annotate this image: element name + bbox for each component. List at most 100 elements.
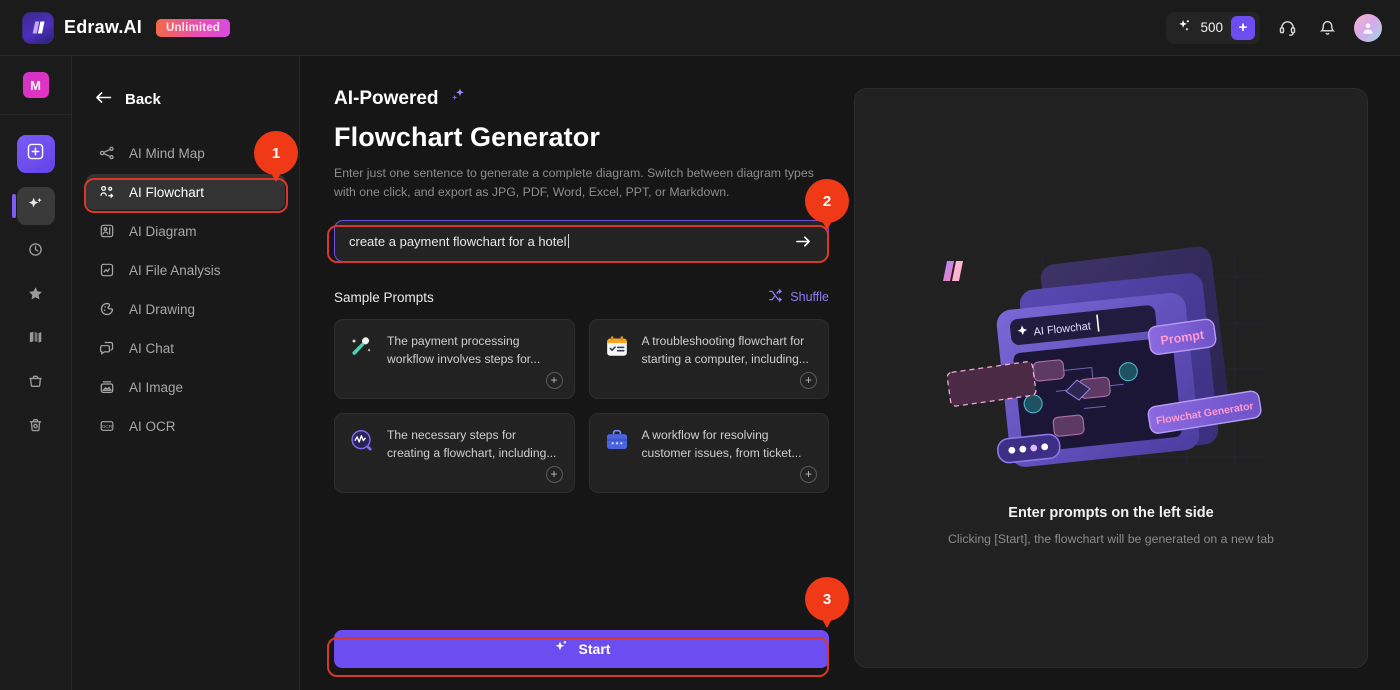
add-prompt-button[interactable]: + bbox=[800, 466, 817, 484]
page-eyebrow: AI-Powered bbox=[334, 86, 829, 111]
start-button[interactable]: Start bbox=[334, 630, 829, 668]
sidebar-menu: AI Mind Map AI Flowchart AI Diagram AI F… bbox=[72, 135, 299, 444]
clock-icon bbox=[27, 241, 44, 263]
sparkle-icon bbox=[1177, 18, 1192, 38]
add-prompt-button[interactable]: + bbox=[545, 372, 563, 390]
flowchart-icon bbox=[98, 183, 116, 201]
brand-name: Edraw.AI bbox=[64, 17, 142, 37]
sample-prompt-text: A troubleshooting flowchart for starting… bbox=[641, 334, 809, 366]
file-analysis-icon bbox=[98, 261, 116, 279]
page-subtitle: Enter just one sentence to generate a co… bbox=[334, 166, 814, 200]
preview-panel: AI Flowchat Prompt Flowchat Generator En… bbox=[854, 88, 1368, 668]
start-button-label: Start bbox=[578, 641, 611, 657]
rail-item-files[interactable] bbox=[19, 367, 53, 401]
annotation-badge-1: 1 bbox=[254, 131, 298, 175]
analytics-icon bbox=[348, 427, 376, 455]
sparkle-icon bbox=[553, 639, 570, 659]
sidebar-item-label: AI Image bbox=[129, 379, 184, 395]
sample-prompts-header: Sample Prompts Shuffle bbox=[334, 288, 829, 306]
annotation-badge-3: 3 bbox=[805, 577, 849, 621]
bell-icon[interactable] bbox=[1314, 15, 1340, 41]
sidebar-item-label: AI Flowchart bbox=[129, 184, 205, 200]
credits-count: 500 bbox=[1200, 20, 1223, 35]
sample-prompt-text: A workflow for resolving customer issues… bbox=[641, 428, 802, 460]
sidebar-item-ai-flowchart[interactable]: AI Flowchart bbox=[86, 174, 285, 210]
credits-widget[interactable]: 500 + bbox=[1166, 11, 1260, 44]
rail-item-new-document[interactable] bbox=[16, 135, 55, 173]
top-bar-actions: 500 + bbox=[1166, 11, 1382, 44]
star-icon bbox=[27, 285, 44, 307]
sample-prompt-text: The payment processing workflow involves… bbox=[387, 334, 541, 366]
plan-badge: Unlimited bbox=[155, 18, 231, 37]
shuffle-button[interactable]: Shuffle bbox=[768, 288, 829, 306]
sample-prompt-text: The necessary steps for creating a flowc… bbox=[387, 428, 557, 460]
rail-item-trash[interactable] bbox=[19, 411, 53, 445]
briefcase-icon bbox=[603, 427, 631, 455]
shuffle-label: Shuffle bbox=[790, 290, 829, 305]
image-icon bbox=[98, 378, 116, 396]
sparkle-icon bbox=[448, 86, 467, 111]
back-button[interactable]: Back bbox=[94, 90, 299, 109]
ocr-icon: OCR bbox=[98, 417, 116, 435]
sidebar-item-ai-file-analysis[interactable]: AI File Analysis bbox=[86, 252, 285, 288]
sample-prompt-card[interactable]: A workflow for resolving customer issues… bbox=[588, 413, 829, 494]
top-bar: Edraw.AI Unlimited 500 + bbox=[0, 0, 1400, 56]
sidebar-item-label: AI Drawing bbox=[129, 301, 196, 317]
icon-rail: M bbox=[0, 56, 72, 690]
svg-text:OCR: OCR bbox=[102, 424, 113, 430]
sidebar-item-ai-chat[interactable]: AI Chat bbox=[86, 330, 285, 366]
checklist-icon bbox=[603, 333, 631, 361]
rail-item-ai-tools[interactable] bbox=[11, 187, 55, 225]
sidebar-item-ai-image[interactable]: AI Image bbox=[86, 369, 285, 405]
add-prompt-button[interactable]: + bbox=[545, 466, 563, 484]
sidebar-item-ai-drawing[interactable]: AI Drawing bbox=[86, 291, 285, 327]
sidebar-item-label: AI Mind Map bbox=[129, 145, 205, 161]
add-credits-button[interactable]: + bbox=[1231, 15, 1255, 40]
preview-description: Clicking [Start], the flowchart will be … bbox=[947, 532, 1275, 546]
sidebar-item-label: AI OCR bbox=[129, 418, 176, 434]
arrow-left-icon bbox=[94, 90, 113, 109]
sparkle-icon bbox=[26, 194, 45, 218]
sample-prompts-title: Sample Prompts bbox=[334, 289, 434, 305]
shuffle-icon bbox=[768, 288, 783, 306]
brand[interactable]: Edraw.AI Unlimited bbox=[22, 11, 231, 44]
sample-prompt-cards: The payment processing workflow involves… bbox=[334, 319, 829, 494]
rail-divider bbox=[0, 114, 72, 115]
page-title: Flowchart Generator bbox=[334, 122, 600, 152]
magic-wand-icon bbox=[348, 333, 376, 361]
rail-item-favorites[interactable] bbox=[19, 279, 53, 313]
trash-icon bbox=[27, 417, 44, 439]
flowchart-illustration: AI Flowchat Prompt Flowchat Generator bbox=[931, 239, 1291, 479]
rail-user-avatar[interactable]: M bbox=[22, 72, 49, 98]
arrow-right-icon[interactable] bbox=[792, 230, 814, 252]
add-prompt-button[interactable]: + bbox=[800, 372, 817, 390]
generator-panel: AI-Powered Flowchart Generator Enter jus… bbox=[334, 86, 829, 494]
chat-icon bbox=[98, 339, 116, 357]
sample-prompt-card[interactable]: The payment processing workflow involves… bbox=[334, 319, 575, 400]
mindmap-icon bbox=[98, 144, 116, 162]
edraw-logo-icon bbox=[22, 11, 54, 44]
sidebar-item-ai-ocr[interactable]: OCR AI OCR bbox=[86, 408, 285, 444]
plus-square-icon bbox=[26, 142, 45, 166]
diagram-icon bbox=[98, 222, 116, 240]
folder-icon bbox=[27, 373, 44, 395]
sidebar-item-label: AI File Analysis bbox=[129, 262, 221, 278]
prompt-input[interactable]: create a payment flowchart for a hotel bbox=[334, 220, 829, 263]
preview-heading: Enter prompts on the left side bbox=[1008, 505, 1214, 521]
sidebar-item-ai-diagram[interactable]: AI Diagram bbox=[86, 213, 285, 249]
user-avatar[interactable] bbox=[1354, 13, 1382, 42]
prompt-input-value: create a payment flowchart for a hotel bbox=[349, 233, 567, 249]
headset-icon[interactable] bbox=[1274, 15, 1300, 41]
app-window: Edraw.AI Unlimited 500 + M Back AI Mind … bbox=[0, 0, 1400, 690]
rail-item-recent[interactable] bbox=[19, 235, 53, 269]
sample-prompt-card[interactable]: The necessary steps for creating a flowc… bbox=[334, 413, 575, 494]
shapes-icon bbox=[27, 329, 44, 351]
annotation-badge-2: 2 bbox=[805, 179, 849, 223]
back-label: Back bbox=[125, 91, 161, 108]
text-caret bbox=[567, 234, 569, 249]
drawing-icon bbox=[98, 300, 116, 318]
rail-item-templates[interactable] bbox=[19, 323, 53, 357]
eyebrow-label: AI-Powered bbox=[334, 87, 439, 109]
sample-prompt-card[interactable]: A troubleshooting flowchart for starting… bbox=[588, 319, 829, 400]
sidebar-item-label: AI Diagram bbox=[129, 223, 197, 239]
